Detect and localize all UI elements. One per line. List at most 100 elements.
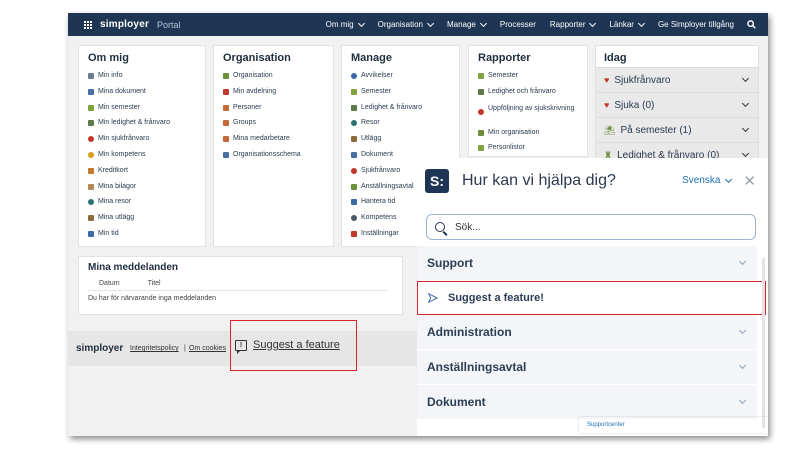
heart-icon [478, 108, 484, 115]
link-personer[interactable]: Personer [223, 104, 333, 120]
org-icon [478, 129, 484, 136]
brand-logo[interactable]: simployer [100, 19, 149, 30]
globe-icon [351, 120, 357, 127]
link-kreditkort[interactable]: Kreditkort [88, 167, 205, 183]
nav-organisation[interactable]: Organisation [378, 19, 435, 29]
help-search-input[interactable] [453, 220, 737, 234]
card-rapporter: Rapporter Semester Ledighet och frånvaro… [468, 45, 588, 157]
team-icon [223, 136, 229, 143]
idag-pa-semester[interactable]: ⛱ På semester (1) [596, 117, 758, 142]
link-groups[interactable]: Groups [223, 119, 333, 135]
walk-icon [478, 88, 484, 95]
link-min-kompetens[interactable]: Min kompetens [88, 151, 205, 167]
beach-icon: ⛱ [604, 124, 616, 135]
footer-separator: | [184, 345, 186, 352]
link-rapport-ledighet[interactable]: Ledighet och frånvaro [478, 88, 587, 104]
link-min-ledighet[interactable]: Min ledighet & frånvaro [88, 119, 205, 135]
suggest-feature-button[interactable]: ! Suggest a feature [235, 339, 340, 354]
main-menu: Om mig Organisation Manage Processer Rap… [319, 13, 768, 36]
link-min-info[interactable]: Min info [88, 72, 205, 88]
chevron-down-icon [741, 74, 750, 83]
org-icon [223, 73, 229, 79]
portal-label: Portal [157, 19, 181, 30]
nav-processer[interactable]: Processer [500, 20, 536, 29]
chevron-down-icon [738, 396, 747, 405]
document-icon [88, 88, 94, 95]
card-icon [88, 167, 94, 174]
department-icon [223, 88, 229, 95]
card-title: Organisation [223, 52, 291, 64]
language-select[interactable]: Svenska [682, 175, 733, 186]
nav-rapporter[interactable]: Rapporter [550, 19, 597, 29]
section-anstallningsavtal[interactable]: Anställningsavtal [417, 350, 757, 385]
heart-icon [88, 136, 94, 143]
check-circle-icon [351, 73, 357, 79]
card-om-mig: Om mig Min info Mina dokument Min semest… [78, 45, 206, 247]
feedback-icon: ! [235, 339, 247, 354]
beach-icon [478, 73, 484, 79]
nav-om-mig[interactable]: Om mig [326, 19, 365, 29]
idag-sjukfranvaro[interactable]: ♥ Sjukfrånvaro [596, 67, 758, 92]
calendar-icon [351, 199, 357, 206]
search-icon[interactable] [747, 20, 756, 29]
nav-manage[interactable]: Manage [447, 19, 487, 29]
organisation-links: Organisation Min avdelning Personer Grou… [223, 72, 333, 167]
link-min-semester[interactable]: Min semester [88, 104, 205, 120]
col-datum[interactable]: Datum [99, 280, 120, 287]
top-nav: simployer Portal Om mig Organisation Man… [68, 13, 768, 36]
link-min-avdelning[interactable]: Min avdelning [223, 88, 333, 104]
rapporter-links: Semester Ledighet och frånvaro Uppföljni… [478, 72, 587, 160]
link-mina-medarbetare[interactable]: Mina medarbetare [223, 135, 333, 151]
link-mina-utlagg[interactable]: Mina utlägg [88, 214, 205, 230]
link-resor[interactable]: Resor [351, 119, 459, 135]
org-chart-icon [223, 151, 229, 158]
chevron-down-icon [426, 19, 435, 27]
privacy-link[interactable]: Integritetspolicy [130, 345, 179, 352]
link-min-tid[interactable]: Min tid [88, 230, 205, 246]
beach-icon [88, 104, 94, 111]
help-title: Hur kan vi hjälpa dig? [462, 171, 616, 189]
messages-empty: Du har för närvarande inga meddelanden [88, 295, 217, 302]
nav-lankar[interactable]: Länkar [609, 19, 645, 29]
link-semester[interactable]: Semester [351, 88, 459, 104]
attachment-icon [88, 183, 94, 190]
link-organisation[interactable]: Organisation [223, 72, 333, 88]
link-rapport-uppfoljning[interactable]: Uppföljning av sjukskrivning [478, 104, 587, 129]
nav-ge-simployer-tillgang[interactable]: Ge Simployer tillgång [658, 20, 734, 29]
chevron-down-icon [725, 175, 733, 183]
close-icon[interactable]: ✕ [743, 172, 756, 190]
link-mina-resor[interactable]: Mina resor [88, 198, 205, 214]
grid-icon[interactable] [84, 20, 92, 29]
link-min-sjukfranvaro[interactable]: Min sjukfrånvaro [88, 135, 205, 151]
chevron-down-icon [741, 149, 750, 158]
idag-sjuka[interactable]: ♥ Sjuka (0) [596, 92, 758, 117]
section-support[interactable]: Support [417, 246, 757, 281]
section-dokument[interactable]: Dokument [417, 385, 757, 420]
help-scrollbar[interactable] [762, 258, 765, 428]
link-rapport-min-organisation[interactable]: Min organisation [478, 129, 587, 145]
chevron-down-icon [738, 361, 747, 370]
link-mina-dokument[interactable]: Mina dokument [88, 88, 205, 104]
cookies-link[interactable]: Om cookies [189, 345, 226, 352]
link-mina-bilagor[interactable]: Mina bilagor [88, 183, 205, 199]
card-title: Rapporter [478, 52, 531, 64]
help-sections: Support Suggest a feature! Administratio… [417, 246, 768, 420]
chevron-down-icon [738, 326, 747, 335]
chevron-down-icon [479, 19, 487, 27]
link-avvikelser[interactable]: Avvikelser [351, 72, 459, 88]
contract-icon [351, 183, 357, 190]
messages-header: Datum Titel [88, 280, 388, 291]
link-rapport-semester[interactable]: Semester [478, 72, 587, 88]
heart-icon [351, 167, 357, 174]
section-suggest-feature[interactable]: Suggest a feature! [417, 281, 766, 315]
walk-icon [88, 120, 94, 127]
card-title: Idag [596, 46, 758, 67]
receipt-icon [88, 215, 94, 222]
supportcenter-link[interactable]: Supportcenter [579, 417, 768, 433]
section-administration[interactable]: Administration [417, 315, 757, 350]
link-ledighet[interactable]: Ledighet & frånvaro [351, 104, 459, 120]
messages-card: Mina meddelanden Datum Titel Du har för … [78, 256, 403, 315]
link-organisationsschema[interactable]: Organisationsschema [223, 151, 333, 167]
col-titel[interactable]: Titel [148, 280, 161, 287]
link-utlagg[interactable]: Utlägg [351, 135, 459, 151]
